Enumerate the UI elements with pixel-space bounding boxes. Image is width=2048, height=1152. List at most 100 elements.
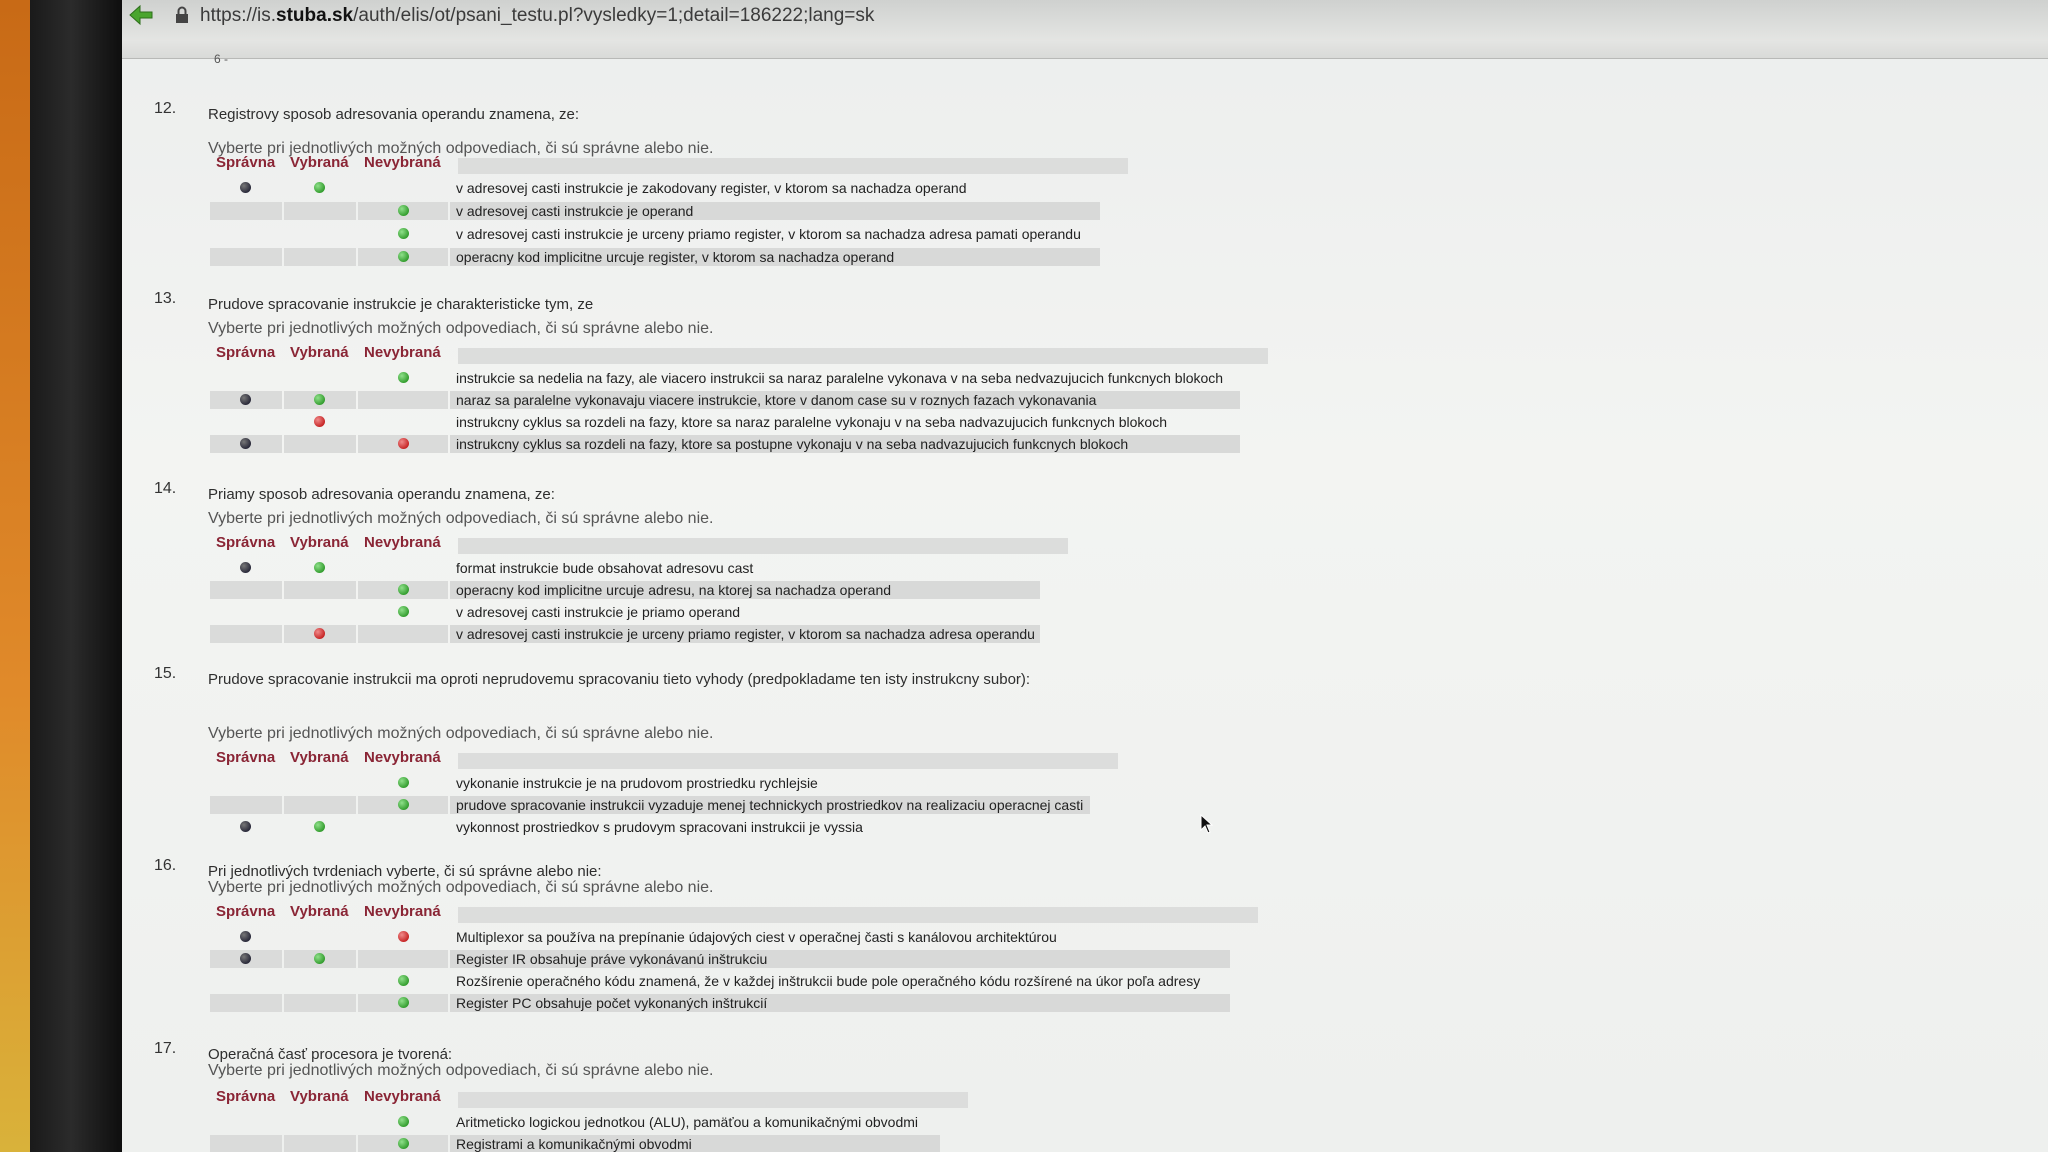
cell-correct [210,603,282,621]
header-spacer [458,753,1118,769]
cell-unselected [358,950,448,968]
column-header-selected: Vybraná [290,154,349,171]
header-spacer [458,538,1068,554]
column-header-correct: Správna [216,903,276,920]
cell-unselected [358,559,448,577]
unselected-marker-icon [398,606,409,617]
cell-correct [210,1113,282,1131]
cell-correct [210,413,282,431]
cell-correct [210,581,282,599]
question-text: Pri jednotlivých tvrdeniach vyberte, či … [208,863,602,880]
correct-marker-icon [240,821,251,832]
cell-selected [284,225,356,243]
question-number: 12. [154,100,177,117]
cell-selected [284,603,356,621]
answer-row: instrukcny cyklus sa rozdeli na fazy, kt… [210,412,1240,432]
answer-table-header: Správna Vybraná Nevybraná [210,344,1268,366]
column-header-unselected: Nevybraná [364,534,441,551]
cell-selected [284,994,356,1012]
header-spacer [458,907,1258,923]
answer-row: v adresovej casti instrukcie je urceny p… [210,624,1040,644]
answer-text: v adresovej casti instrukcie je operand [450,202,1100,220]
answer-text: format instrukcie bude obsahovat adresov… [456,560,754,576]
cell-selected [284,928,356,946]
answer-row: operacny kod implicitne urcuje register,… [210,247,1100,267]
answer-row: vykonanie instrukcie je na prudovom pros… [210,773,1090,793]
column-header-unselected: Nevybraná [364,1088,441,1105]
column-header-selected: Vybraná [290,534,349,551]
answer-row: format instrukcie bude obsahovat adresov… [210,558,1040,578]
column-header-correct: Správna [216,344,276,361]
cell-correct [210,225,282,243]
answer-text: v adresovej casti instrukcie je priamo o… [456,604,741,620]
answer-table-header: Správna Vybraná Nevybraná [210,749,1118,771]
correct-marker-icon [240,394,251,405]
column-header-selected: Vybraná [290,344,349,361]
selected-marker-icon [314,821,325,832]
question-instruction: Vyberte pri jednotlivých možných odpoved… [208,320,714,337]
cell-selected [284,774,356,792]
correct-marker-icon [240,182,251,193]
column-header-selected: Vybraná [290,903,349,920]
question-number: 14. [154,480,177,497]
answer-text: vykonanie instrukcie je na prudovom pros… [456,775,818,791]
answer-text: Register PC obsahuje počet vykonaných in… [450,994,1230,1012]
back-arrow-icon[interactable] [128,4,154,26]
unselected-marker-icon [398,372,409,383]
answer-row: v adresovej casti instrukcie je operand [210,201,1100,221]
unselected-marker-icon [398,1138,409,1149]
unselected-marker-icon [398,251,409,262]
cell-unselected [358,625,448,643]
selected-marker-icon [314,394,325,405]
cell-unselected [358,413,448,431]
cell-selected [284,796,356,814]
cell-correct [210,248,282,266]
column-header-unselected: Nevybraná [364,903,441,920]
column-header-correct: Správna [216,749,276,766]
cell-selected [284,1113,356,1131]
answer-text: naraz sa paralelne vykonavaju viacere in… [450,391,1240,409]
answer-text: operacny kod implicitne urcuje adresu, n… [450,581,1040,599]
url-text[interactable]: https://is.stuba.sk/auth/elis/ot/psani_t… [200,5,874,27]
answer-row: vykonnost prostriedkov s prudovym spraco… [210,817,1090,837]
column-header-correct: Správna [216,1088,276,1105]
unselected-marker-icon [398,997,409,1008]
cell-selected [284,581,356,599]
cell-selected [284,369,356,387]
unselected-marker-icon [398,931,409,942]
cell-correct [210,972,282,990]
mouse-cursor-icon [1200,814,1214,834]
question-instruction: Vyberte pri jednotlivých možných odpoved… [208,879,714,896]
header-spacer [458,1092,968,1108]
question-text: Prudove spracovanie instrukcie je charak… [208,296,594,313]
question-instruction: Vyberte pri jednotlivých možných odpoved… [208,725,714,742]
cell-correct [210,796,282,814]
answer-table-header: Správna Vybraná Nevybraná [210,534,1068,556]
selected-marker-icon [314,182,325,193]
selected-marker-icon [314,562,325,573]
correct-marker-icon [240,562,251,573]
question-text: Prudove spracovanie instrukcii ma oproti… [208,671,1031,688]
question-instruction: Vyberte pri jednotlivých možných odpoved… [208,1062,714,1079]
answer-row: prudove spracovanie instrukcii vyzaduje … [210,795,1090,815]
answer-row: v adresovej casti instrukcie je urceny p… [210,224,1100,244]
cell-selected [284,202,356,220]
cell-selected [284,248,356,266]
column-header-unselected: Nevybraná [364,154,441,171]
answer-table-header: Správna Vybraná Nevybraná [210,1088,968,1110]
unselected-marker-icon [398,777,409,788]
browser-screen: https://is.stuba.sk/auth/elis/ot/psani_t… [122,0,2048,1152]
answer-text: operacny kod implicitne urcuje register,… [450,248,1100,266]
unselected-marker-icon [398,975,409,986]
correct-marker-icon [240,953,251,964]
unselected-marker-icon [398,205,409,216]
answer-text: v adresovej casti instrukcie je urceny p… [450,625,1040,643]
question-instruction: Vyberte pri jednotlivých možných odpoved… [208,510,714,527]
cell-selected [284,1135,356,1152]
column-header-correct: Správna [216,154,276,171]
answer-text: v adresovej casti instrukcie je zakodova… [456,180,967,196]
cell-selected [284,435,356,453]
question-text: Registrovy sposob adresovania operandu z… [208,106,580,123]
cell-correct [210,625,282,643]
address-bar[interactable]: https://is.stuba.sk/auth/elis/ot/psani_t… [122,0,2048,59]
